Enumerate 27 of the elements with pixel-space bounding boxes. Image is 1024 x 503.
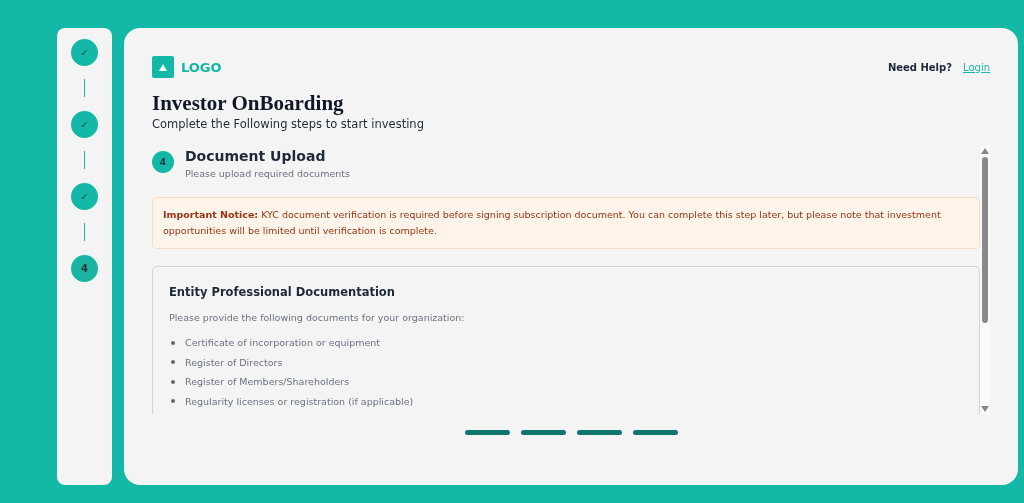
bullet-icon <box>171 379 175 384</box>
logo-icon <box>152 56 174 78</box>
page-title: Investor OnBoarding <box>152 90 345 116</box>
logo-text: LOGO <box>181 59 222 75</box>
document-item: Register of Members/Shareholders <box>185 376 350 388</box>
scroll-down-icon[interactable] <box>981 406 989 412</box>
help-text: Need Help? <box>887 61 952 73</box>
notice-text: Important Notice: KYC document verification is required before signing subscription document. You can complete this step later, but please note that investment opportunities will be limited until verification is complete. <box>163 209 941 236</box>
step-indicator[interactable]: 4 <box>71 255 98 282</box>
bullet-icon <box>171 360 175 365</box>
scrollbar[interactable] <box>980 146 990 414</box>
bullet-icon <box>171 340 175 345</box>
step-description: Please upload required documents <box>185 168 350 179</box>
bullet-icon <box>171 399 175 404</box>
scroll-up-icon[interactable] <box>981 148 989 154</box>
step-indicator[interactable]: ✓ <box>71 39 98 66</box>
step-title: Document Upload <box>185 148 327 164</box>
document-item: Certificate of incorporation or equipment <box>185 337 381 349</box>
documentation-intro: Please provide the following documents for your organization: <box>169 312 466 323</box>
documentation-title: Entity Professional Documentation <box>169 285 396 299</box>
document-item: Regularity licenses or registration (if applicable) <box>185 395 414 407</box>
step-indicator[interactable]: ✓ <box>71 183 98 210</box>
step-indicator[interactable]: ✓ <box>71 111 98 138</box>
document-item: Register of Directors <box>185 356 283 368</box>
step-number: 4 <box>152 151 174 173</box>
login-link[interactable]: Login <box>963 61 990 73</box>
page-subtitle: Complete the Following steps to start investing <box>152 117 425 131</box>
